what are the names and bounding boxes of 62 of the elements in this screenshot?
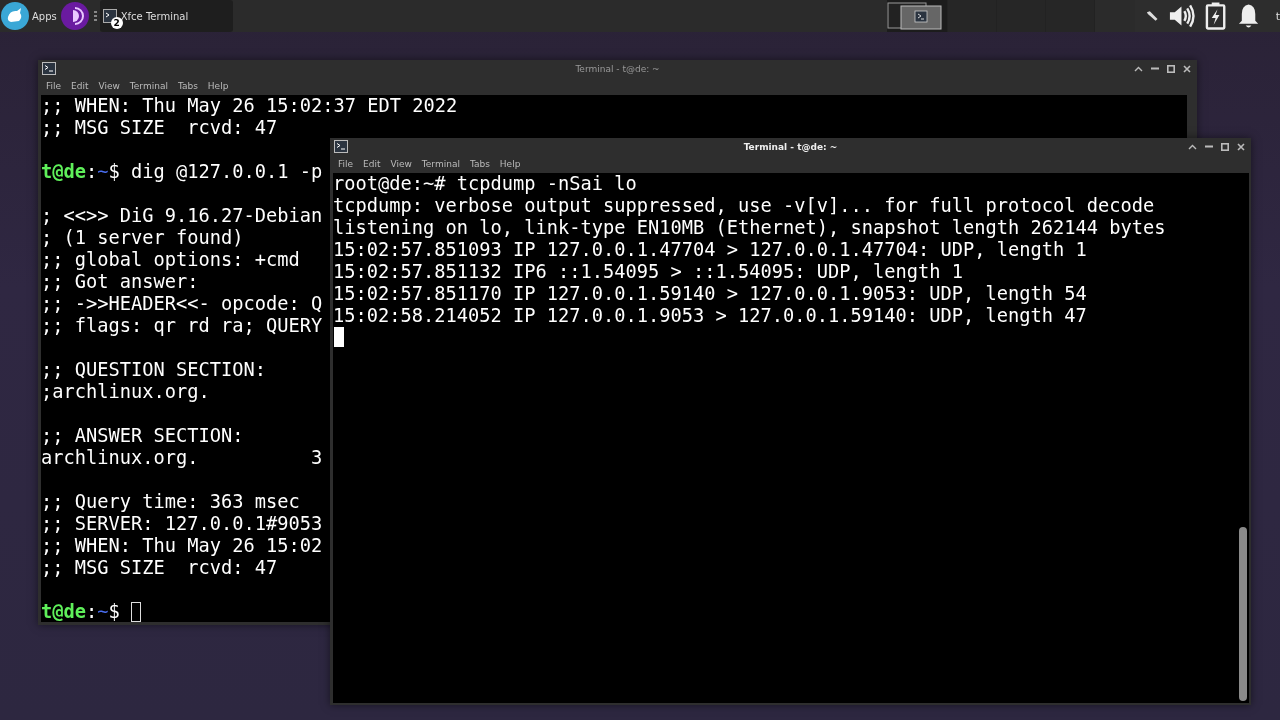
terminal-line: 15:02:57.851170 IP 127.0.0.1.59140 > 127.0.0.1.9053: UDP, length 54 <box>333 283 1087 305</box>
prompt-path: ~ <box>97 601 109 622</box>
terminal-line: ;; WHEN: Thu May 26 15:02:37 EDT 2022 <box>41 95 458 117</box>
menu-item[interactable]: File <box>46 80 62 91</box>
prompt-user: t@de <box>41 161 86 183</box>
terminal-line: ;; SERVER: 127.0.0.1#9053 <box>41 513 323 535</box>
terminal-line: ;; WHEN: Thu May 26 15:02 <box>41 535 323 557</box>
terminal-line: 15:02:57.851093 IP 127.0.0.1.47704 > 127.0.0.1.47704: UDP, length 1 <box>333 239 1087 261</box>
volume-icon[interactable] <box>1168 3 1196 29</box>
terminal-line: 15:02:58.214052 IP 127.0.0.1.9053 > 127.0.0.1.59140: UDP, length 47 <box>333 305 1087 327</box>
menu-item[interactable]: File <box>338 158 354 169</box>
menu-item[interactable]: Edit <box>363 158 381 169</box>
terminal-line: listening on lo, link-type EN10MB (Ethernet), snapshot length 262144 bytes <box>333 217 1166 239</box>
window-title: Terminal - t@de: ~ <box>575 63 660 74</box>
shade-icon[interactable] <box>1188 143 1197 150</box>
terminal-line: ;; ANSWER SECTION: <box>41 425 244 447</box>
clock-text[interactable]: t <box>1275 9 1280 23</box>
prompt-symbol: $ <box>108 601 120 622</box>
prompt-separator: : <box>86 161 98 183</box>
terminal-line: ;; Got answer: <box>41 271 199 293</box>
terminal-line: 15:02:57.851132 IP6 ::1.54095 > ::1.54095: UDP, length 1 <box>333 261 964 283</box>
menu-item[interactable]: Tabs <box>177 80 198 91</box>
menu-item[interactable]: Tabs <box>469 158 490 169</box>
terminal-line: archlinux.org. 3 <box>41 447 323 469</box>
shade-icon[interactable] <box>1134 65 1143 72</box>
menu-item[interactable]: Edit <box>71 80 89 91</box>
battery-charging-icon[interactable] <box>1205 2 1227 30</box>
terminal-line: ;; Query time: 363 msec <box>41 491 300 513</box>
workspace-button[interactable] <box>887 0 948 32</box>
prompt-symbol: $ <box>108 161 120 183</box>
command-text: dig @127.0.0.1 -p <box>131 161 323 183</box>
terminal-line: ;; MSG SIZE rcvd: 47 <box>41 117 278 139</box>
menu-item[interactable]: View <box>98 80 120 91</box>
terminal-line: ;; QUESTION SECTION: <box>41 359 267 381</box>
menu-item[interactable]: Terminal <box>421 158 460 169</box>
terminal-line: ;archlinux.org. <box>41 381 210 403</box>
terminal-line: ; (1 server found) <box>41 227 244 249</box>
terminal-line: root@de:~# tcpdump -nSai lo <box>333 173 637 195</box>
terminal-line: ;; ->>HEADER<<- opcode: Q <box>41 293 323 315</box>
terminal-icon <box>42 62 56 75</box>
close-icon[interactable] <box>1183 64 1191 73</box>
terminal-line: ; <<>> DiG 9.16.27-Debian <box>41 205 323 227</box>
menu-item[interactable]: Help <box>499 158 521 169</box>
prompt-user: t@de <box>41 601 86 622</box>
terminal-icon <box>334 140 348 153</box>
prompt-path: ~ <box>97 161 109 183</box>
pen-icon[interactable] <box>1145 9 1159 23</box>
terminal-line: ;; global options: +cmd <box>41 249 300 271</box>
terminal-line: ;; flags: qr rd ra; QUERY <box>41 315 323 337</box>
close-icon[interactable] <box>1237 142 1245 151</box>
menu-item[interactable]: View <box>390 158 412 169</box>
drag-handle-icon[interactable] <box>93 11 97 21</box>
maximize-icon[interactable] <box>1167 64 1175 73</box>
prompt-separator: : <box>86 601 98 622</box>
menu-item[interactable]: Terminal <box>129 80 168 91</box>
terminal-line: ;; MSG SIZE rcvd: 47 <box>41 557 278 579</box>
window-title: Terminal - t@de: ~ <box>743 141 838 152</box>
terminal-line: tcpdump: verbose output suppressed, use -v[v]... for full protocol decode <box>333 195 1155 217</box>
maximize-icon[interactable] <box>1221 142 1229 151</box>
apps-menu-label[interactable]: Apps <box>32 10 57 22</box>
notification-bell-icon[interactable] <box>1236 2 1260 30</box>
menu-item[interactable]: Help <box>207 80 229 91</box>
